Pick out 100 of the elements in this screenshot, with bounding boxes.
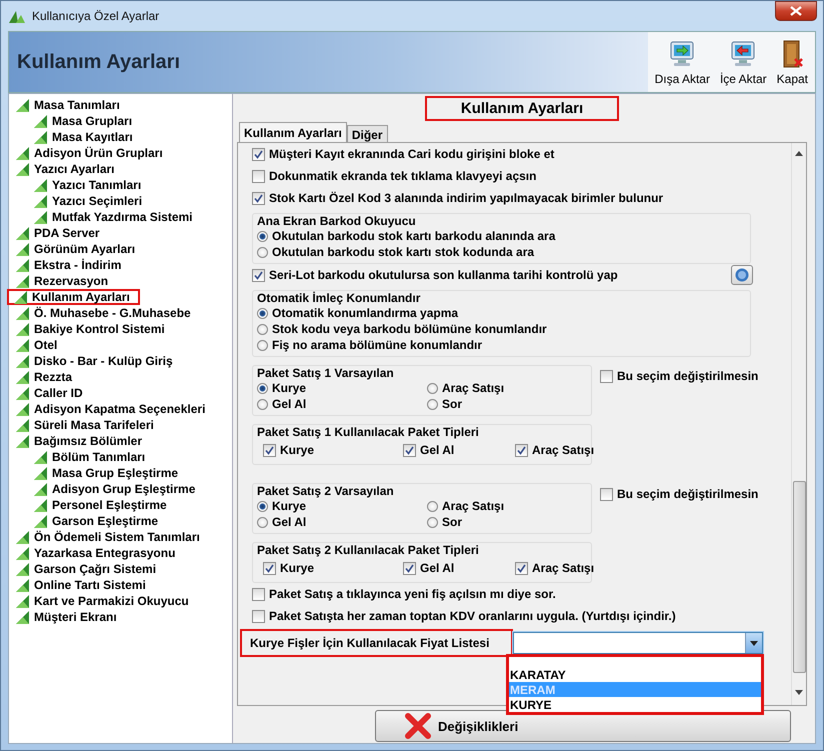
checkmark-icon [265, 446, 274, 454]
tree-node-icon [33, 450, 48, 464]
tree-node-icon [15, 146, 30, 160]
tree-node-icon [33, 466, 48, 480]
tree-item[interactable]: Caller ID [9, 385, 93, 401]
tree-node-icon [15, 258, 30, 272]
tree-item[interactable]: Garson Eşleştirme [9, 513, 168, 529]
tree-item[interactable]: Rezzta [9, 369, 82, 385]
radio-button[interactable]: Kurye [257, 499, 427, 513]
tree-item[interactable]: Süreli Masa Tarifeleri [9, 417, 164, 433]
checkbox[interactable]: Kurye [263, 561, 403, 575]
checkbox[interactable]: Seri-Lot barkodu okutulursa son kullanma tarihi kontrolü yap [252, 268, 618, 282]
radio-button[interactable]: Sor [427, 515, 577, 529]
toolbar-button[interactable]: Kapat [774, 40, 811, 86]
checkbox[interactable]: Bu seçim değiştirilmesin [600, 369, 758, 383]
tree-node-icon [15, 402, 30, 416]
scroll-down-icon[interactable] [795, 690, 803, 695]
tree-item[interactable]: Disko - Bar - Kulüp Giriş [9, 353, 183, 369]
group-title: Paket Satış 2 Kullanılacak Paket Tipleri [257, 543, 480, 557]
dropdown-option[interactable]: KARATAY [509, 667, 761, 682]
tab[interactable]: Diğer [346, 125, 388, 142]
tree-node-icon [15, 594, 30, 608]
checkmark-icon [517, 564, 526, 572]
tree-item[interactable]: Masa Kayıtları [9, 129, 143, 145]
tree-item[interactable]: Bağımsız Bölümler [9, 433, 152, 449]
tree-item[interactable]: PDA Server [9, 225, 110, 241]
tree-item[interactable]: Masa Grupları [9, 113, 142, 129]
radio-button[interactable]: Okutulan barkodu stok kartı barkodu alanında ara [257, 229, 744, 243]
checkmark-icon [517, 446, 526, 454]
tree-node-icon [33, 514, 48, 528]
discard-changes-button[interactable]: Değişiklikleri [375, 710, 791, 742]
checkbox[interactable]: Araç Satışı [515, 561, 615, 575]
checkbox[interactable]: Paket Satış a tıklayınca yeni fiş açılsın mı diye sor. [252, 587, 556, 601]
group-title: Paket Satış 1 Varsayılan [257, 366, 395, 380]
radio-button[interactable]: Sor [427, 397, 577, 411]
panel-title: Kullanım Ayarları [424, 96, 620, 120]
tree-item[interactable]: Ön Ödemeli Sistem Tanımları [9, 529, 210, 545]
toolbar-button[interactable]: İçe Aktar [716, 40, 770, 86]
scrollbar[interactable] [791, 143, 806, 705]
group-title: Ana Ekran Barkod Okuyucu [257, 214, 417, 228]
checkbox[interactable]: Paket Satışta her zaman toptan KDV oranlarını uygula. (Yurtdışı içindir.) [252, 609, 676, 623]
cross-icon [404, 712, 432, 740]
tree-item[interactable]: Müşteri Ekranı [9, 609, 127, 625]
tree-item[interactable]: Bakiye Kontrol Sistemi [9, 321, 175, 337]
radio-button[interactable]: Otomatik konumlandırma yapma [257, 306, 744, 320]
close-button[interactable] [775, 1, 817, 21]
toolbar-button[interactable]: Dışa Aktar [652, 40, 713, 86]
tree-node-icon [15, 370, 30, 384]
tree-item[interactable]: Kart ve Parmakizi Okuyucu [9, 593, 199, 609]
tree-item[interactable]: Mutfak Yazdırma Sistemi [9, 209, 202, 225]
tree-item[interactable]: Adisyon Ürün Grupları [9, 145, 173, 161]
tree-item[interactable]: Yazıcı Ayarları [9, 161, 124, 177]
checkbox[interactable]: Kurye [263, 443, 403, 457]
tree-item[interactable]: Bölüm Tanımları [9, 449, 156, 465]
tree-item[interactable]: Ö. Muhasebe - G.Muhasebe [9, 305, 201, 321]
checkbox[interactable]: Gel Al [403, 443, 515, 457]
tree-node-icon [15, 162, 30, 176]
tree-node-icon [15, 434, 30, 448]
tree-node-icon [15, 322, 30, 336]
scroll-up-icon[interactable] [795, 151, 803, 156]
help-button[interactable] [731, 265, 753, 285]
checkmark-icon [405, 564, 414, 572]
tree-node-icon [15, 530, 30, 544]
tree-item[interactable]: Adisyon Kapatma Seçenekleri [9, 401, 216, 417]
checkbox[interactable]: Müşteri Kayıt ekranında Cari kodu girişini bloke et [252, 147, 554, 161]
checkbox[interactable]: Araç Satışı [515, 443, 615, 457]
tree-item[interactable]: Yazarkasa Entegrasyonu [9, 545, 186, 561]
checkmark-icon [254, 194, 263, 202]
radio-button[interactable]: Araç Satışı [427, 499, 577, 513]
group-title: Paket Satış 1 Kullanılacak Paket Tipleri [257, 425, 480, 439]
tree-item[interactable]: Görünüm Ayarları [9, 241, 146, 257]
radio-button[interactable]: Araç Satışı [427, 381, 577, 395]
checkmark-icon [265, 564, 274, 572]
checkbox[interactable]: Stok Kartı Özel Kod 3 alanında indirim yapılmayacak birimler bulunur [252, 191, 664, 205]
tree-item[interactable]: Online Tartı Sistemi [9, 577, 156, 593]
tree-item[interactable]: Yazıcı Seçimleri [9, 193, 152, 209]
radio-button[interactable]: Gel Al [257, 397, 427, 411]
radio-button[interactable]: Okutulan barkodu stok kartı stok kodunda ara [257, 245, 744, 259]
tree-node-icon [15, 354, 30, 368]
dropdown-option[interactable]: KURYE [509, 697, 761, 712]
radio-button[interactable]: Kurye [257, 381, 427, 395]
radio-button[interactable]: Stok kodu veya barkodu bölümüne konumlandır [257, 322, 744, 336]
tree-item[interactable]: Personel Eşleştirme [9, 497, 177, 513]
tree-item[interactable]: Kullanım Ayarları [7, 289, 140, 305]
tree-item[interactable]: Adisyon Grup Eşleştirme [9, 481, 206, 497]
checkbox[interactable]: Bu seçim değiştirilmesin [600, 487, 758, 501]
radio-button[interactable]: Fiş no arama bölümüne konumlandır [257, 338, 744, 352]
tree-item[interactable]: Yazıcı Tanımları [9, 177, 152, 193]
tree-item[interactable]: Masa Grup Eşleştirme [9, 465, 188, 481]
tree-item[interactable]: Ekstra - İndirim [9, 257, 132, 273]
tree-item[interactable]: Garson Çağrı Sistemi [9, 561, 166, 577]
tree-item[interactable]: Rezervasyon [9, 273, 118, 289]
tree-item[interactable]: Masa Tanımları [9, 97, 130, 113]
price-list-dropdown[interactable] [513, 632, 763, 654]
tree-item[interactable]: Otel [9, 337, 68, 353]
checkbox[interactable]: Dokunmatik ekranda tek tıklama klavyeyi açsın [252, 169, 536, 183]
tab[interactable]: Kullanım Ayarları [239, 122, 347, 142]
radio-button[interactable]: Gel Al [257, 515, 427, 529]
scroll-thumb[interactable] [792, 481, 806, 673]
checkbox[interactable]: Gel Al [403, 561, 515, 575]
